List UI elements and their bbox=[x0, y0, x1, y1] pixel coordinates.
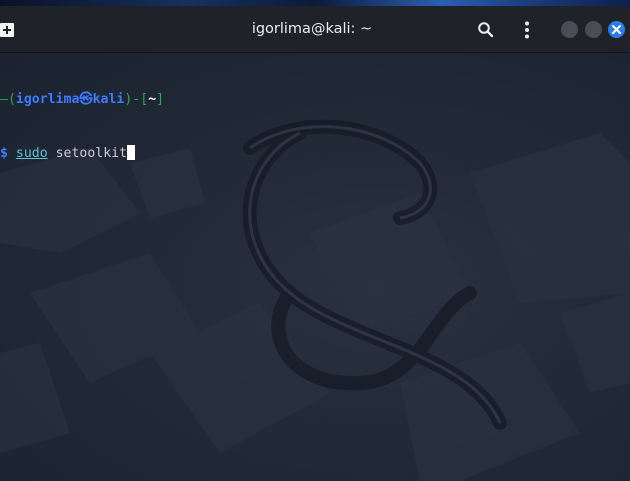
command-program: setoolkit bbox=[55, 146, 128, 161]
menu-button[interactable] bbox=[515, 18, 539, 42]
prompt-at-symbol: ㉿ bbox=[79, 92, 93, 107]
prompt-frame-close: ] bbox=[156, 92, 165, 107]
terminal-window: igorlima@kali: ~ —(igorlima㉿kali)-[~] $ … bbox=[0, 0, 630, 481]
prompt-line-1: —(igorlima㉿kali)-[~] bbox=[0, 91, 164, 109]
minimize-button[interactable] bbox=[561, 21, 578, 38]
prompt-cwd: ~ bbox=[148, 92, 157, 107]
prompt-user: igorlima bbox=[15, 92, 80, 107]
prompt-line-2: $ sudo setoolkit bbox=[0, 145, 164, 163]
close-icon bbox=[612, 25, 621, 34]
prompt-dollar: $ bbox=[0, 146, 16, 161]
prompt-host: kali bbox=[92, 92, 125, 107]
terminal-area[interactable]: —(igorlima㉿kali)-[~] $ sudo setoolkit bbox=[0, 53, 630, 481]
search-icon bbox=[478, 22, 494, 38]
terminal-output: —(igorlima㉿kali)-[~] $ sudo setoolkit bbox=[0, 55, 164, 199]
maximize-button[interactable] bbox=[585, 21, 602, 38]
command-space bbox=[48, 146, 56, 161]
title-bar[interactable]: igorlima@kali: ~ bbox=[0, 6, 630, 53]
prompt-frame-open: —( bbox=[0, 92, 16, 107]
search-button[interactable] bbox=[474, 18, 498, 42]
kebab-menu-icon bbox=[525, 21, 529, 39]
close-button[interactable] bbox=[608, 21, 625, 38]
text-cursor bbox=[127, 145, 136, 160]
prompt-frame-mid: )-[ bbox=[124, 92, 149, 107]
command-sudo: sudo bbox=[15, 146, 48, 161]
